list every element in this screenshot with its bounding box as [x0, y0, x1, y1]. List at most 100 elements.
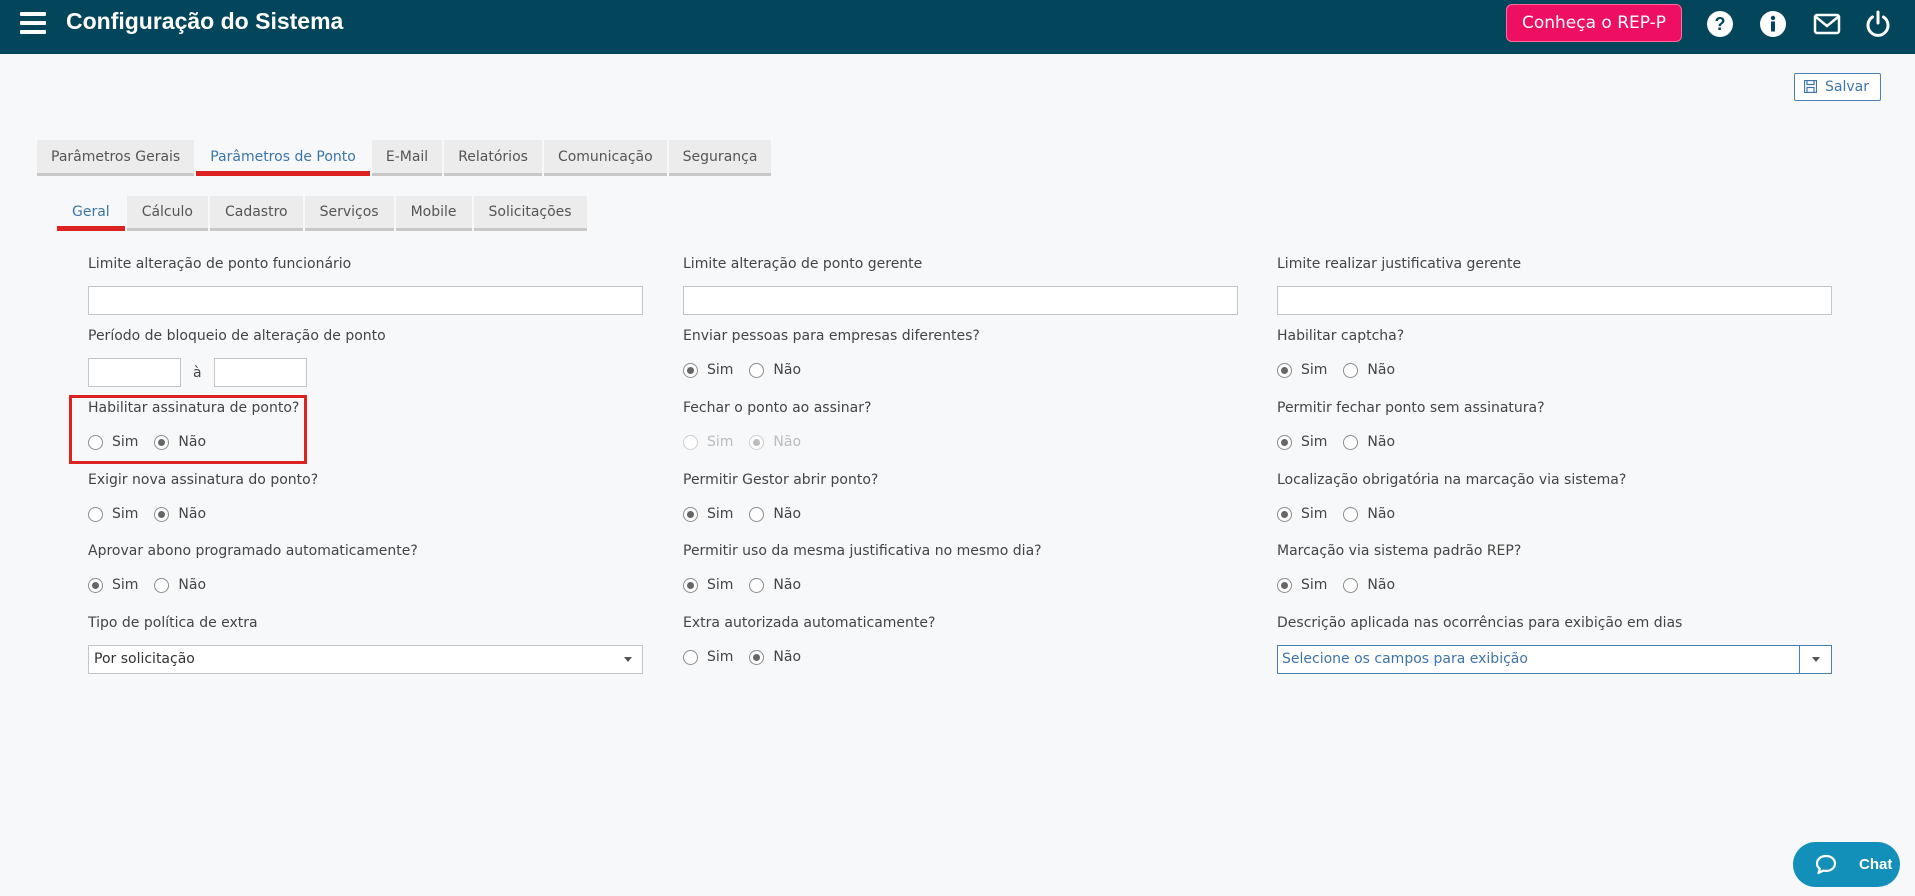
field-approve-allowance: Aprovar abono programado automaticamente…	[88, 541, 418, 595]
period-separator: à	[193, 364, 202, 381]
tab-parametros-gerais[interactable]: Parâmetros Gerais	[37, 140, 195, 176]
description-fields-label: Descrição aplicada nas ocorrências para …	[1277, 615, 1683, 631]
block-period-label: Período de bloqueio de alteração de pont…	[88, 328, 386, 344]
mail-icon[interactable]	[1813, 10, 1841, 38]
location-required-no[interactable]: Não	[1343, 506, 1395, 522]
field-extra-policy: Tipo de política de extra Por solicitaçã…	[88, 613, 643, 674]
approve-allowance-no[interactable]: Não	[154, 577, 206, 593]
extra-auto-no[interactable]: Não	[749, 649, 801, 665]
close-on-sign-label: Fechar o ponto ao assinar?	[683, 400, 872, 416]
field-manager-open: Permitir Gestor abrir ponto? Sim Não	[683, 470, 878, 524]
tab-calculo[interactable]: Cálculo	[126, 196, 208, 231]
send-people-yes[interactable]: Sim	[683, 362, 733, 378]
field-location-required: Localização obrigatória na marcação via …	[1277, 470, 1626, 524]
approve-allowance-yes[interactable]: Sim	[88, 577, 138, 593]
limit-employee-input[interactable]	[88, 286, 643, 315]
enable-signature-no[interactable]: Não	[154, 434, 206, 450]
tab-comunicacao[interactable]: Comunicação	[543, 140, 667, 176]
manager-open-yes[interactable]: Sim	[683, 506, 733, 522]
require-new-signature-yes[interactable]: Sim	[88, 506, 138, 522]
limit-justification-input[interactable]	[1277, 286, 1832, 315]
field-limit-manager: Limite alteração de ponto gerente	[683, 254, 1238, 315]
location-required-yes[interactable]: Sim	[1277, 506, 1327, 522]
tab-servicos[interactable]: Serviços	[304, 196, 394, 231]
location-required-label: Localização obrigatória na marcação via …	[1277, 472, 1627, 488]
close-on-sign-no: Não	[749, 434, 801, 450]
limit-employee-label: Limite alteração de ponto funcionário	[88, 256, 352, 272]
same-justification-label: Permitir uso da mesma justificativa no m…	[683, 543, 1042, 559]
same-justification-no[interactable]: Não	[749, 577, 801, 593]
extra-policy-value: Por solicitação	[94, 651, 195, 667]
same-justification-yes[interactable]: Sim	[683, 577, 733, 593]
description-fields-placeholder: Selecione os campos para exibição	[1282, 651, 1528, 667]
power-icon[interactable]	[1864, 10, 1892, 38]
field-block-period: Período de bloqueio de alteração de pont…	[88, 326, 386, 387]
save-button[interactable]: Salvar	[1794, 73, 1881, 101]
svg-text:?: ?	[1715, 14, 1726, 34]
page-title: Configuração do Sistema	[66, 8, 344, 34]
limit-manager-input[interactable]	[683, 286, 1238, 315]
chat-label: Chat	[1859, 856, 1893, 873]
period-end-input[interactable]	[213, 358, 307, 387]
limit-justification-label: Limite realizar justificativa gerente	[1277, 256, 1522, 272]
extra-auto-label: Extra autorizada automaticamente?	[683, 615, 936, 631]
field-same-justification: Permitir uso da mesma justificativa no m…	[683, 541, 1042, 595]
top-bar: Configuração do Sistema Conheça o REP-P …	[0, 0, 1915, 54]
tab-seguranca[interactable]: Segurança	[668, 140, 772, 176]
info-icon[interactable]	[1759, 10, 1787, 38]
extra-policy-label: Tipo de política de extra	[88, 615, 258, 631]
chevron-down-icon	[624, 657, 632, 662]
tab-mobile[interactable]: Mobile	[395, 196, 472, 231]
tab-cadastro[interactable]: Cadastro	[209, 196, 303, 231]
menu-icon[interactable]	[20, 12, 46, 34]
field-send-people: Enviar pessoas para empresas diferentes?…	[683, 326, 980, 380]
captcha-no[interactable]: Não	[1343, 362, 1395, 378]
close-without-sign-label: Permitir fechar ponto sem assinatura?	[1277, 400, 1545, 416]
field-require-new-signature: Exigir nova assinatura do ponto? Sim Não	[88, 470, 318, 524]
send-people-no[interactable]: Não	[749, 362, 801, 378]
field-extra-auto: Extra autorizada automaticamente? Sim Nã…	[683, 613, 935, 667]
enable-signature-yes[interactable]: Sim	[88, 434, 138, 450]
field-rep-standard: Marcação via sistema padrão REP? Sim Não	[1277, 541, 1521, 595]
chat-bubble-icon	[1815, 854, 1837, 875]
tab-email[interactable]: E-Mail	[371, 140, 443, 176]
rep-standard-label: Marcação via sistema padrão REP?	[1277, 543, 1522, 559]
approve-allowance-label: Aprovar abono programado automaticamente…	[88, 543, 418, 559]
rep-standard-no[interactable]: Não	[1343, 577, 1395, 593]
field-captcha: Habilitar captcha? Sim Não	[1277, 326, 1411, 380]
manager-open-no[interactable]: Não	[749, 506, 801, 522]
tab-relatorios[interactable]: Relatórios	[444, 140, 542, 176]
enable-signature-label: Habilitar assinatura de ponto?	[88, 400, 300, 416]
field-close-without-sign: Permitir fechar ponto sem assinatura? Si…	[1277, 398, 1545, 452]
close-without-sign-no[interactable]: Não	[1343, 434, 1395, 450]
close-on-sign-yes: Sim	[683, 434, 733, 450]
chevron-down-icon[interactable]	[1799, 646, 1831, 673]
send-people-label: Enviar pessoas para empresas diferentes?	[683, 328, 980, 344]
main-tabs: Parâmetros Gerais Parâmetros de Ponto E-…	[37, 140, 773, 176]
tab-solicitacoes[interactable]: Solicitações	[473, 196, 587, 231]
rep-p-button[interactable]: Conheça o REP-P	[1506, 4, 1682, 42]
captcha-yes[interactable]: Sim	[1277, 362, 1327, 378]
floppy-icon	[1804, 80, 1817, 93]
field-limit-employee: Limite alteração de ponto funcionário	[88, 254, 643, 315]
limit-manager-label: Limite alteração de ponto gerente	[683, 256, 923, 272]
field-limit-justification: Limite realizar justificativa gerente	[1277, 254, 1832, 315]
period-start-input[interactable]	[88, 358, 181, 387]
description-fields-select[interactable]: Selecione os campos para exibição	[1277, 645, 1832, 674]
rep-standard-yes[interactable]: Sim	[1277, 577, 1327, 593]
close-without-sign-yes[interactable]: Sim	[1277, 434, 1327, 450]
extra-policy-select[interactable]: Por solicitação	[88, 645, 643, 674]
field-description-fields: Descrição aplicada nas ocorrências para …	[1277, 613, 1832, 674]
captcha-label: Habilitar captcha?	[1277, 328, 1405, 344]
save-label: Salvar	[1825, 79, 1869, 95]
manager-open-label: Permitir Gestor abrir ponto?	[683, 472, 879, 488]
require-new-signature-label: Exigir nova assinatura do ponto?	[88, 472, 319, 488]
sub-tabs: Geral Cálculo Cadastro Serviços Mobile S…	[57, 196, 589, 231]
help-icon[interactable]: ?	[1706, 10, 1734, 38]
chat-button[interactable]: Chat	[1793, 842, 1900, 887]
extra-auto-yes[interactable]: Sim	[683, 649, 733, 665]
field-enable-signature: Habilitar assinatura de ponto? Sim Não	[88, 398, 299, 452]
require-new-signature-no[interactable]: Não	[154, 506, 206, 522]
tab-parametros-de-ponto[interactable]: Parâmetros de Ponto	[196, 140, 370, 176]
tab-geral[interactable]: Geral	[57, 196, 125, 231]
